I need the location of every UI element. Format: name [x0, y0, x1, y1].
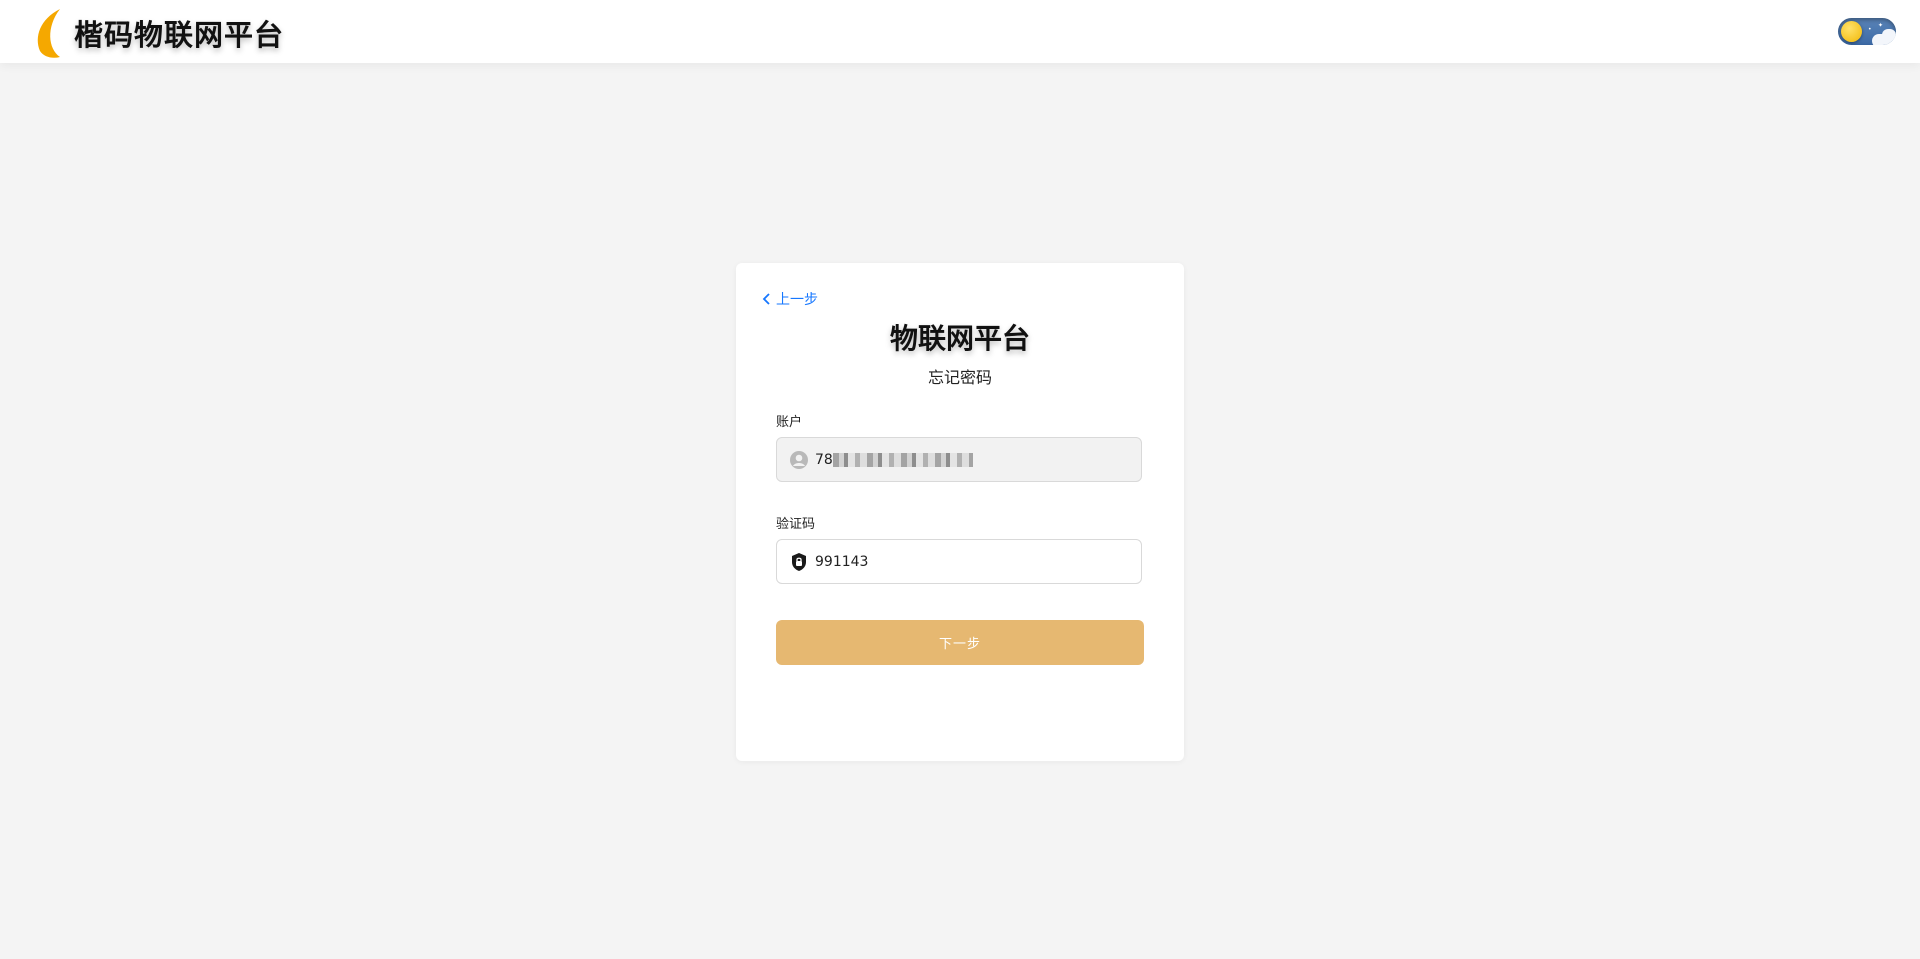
back-link-label: 上一步	[776, 292, 818, 308]
card-title: 物联网平台	[889, 322, 1030, 355]
back-link[interactable]: 上一步	[762, 289, 818, 309]
next-step-button[interactable]: 下一步	[776, 620, 1144, 665]
theme-toggle-switch[interactable]: ✦ •	[1838, 18, 1896, 45]
account-value: 78	[815, 452, 973, 468]
verification-code-value: 991143	[815, 553, 869, 570]
card-subtitle: 忘记密码	[927, 368, 992, 387]
star-icon: ✦	[1878, 22, 1884, 29]
shield-lock-icon	[792, 552, 806, 571]
crescent-moon-logo-icon	[37, 9, 60, 58]
masked-account-digits	[832, 452, 973, 467]
account-field[interactable]: 78	[776, 437, 1142, 482]
forgot-password-card: 上一步 物联网平台 忘记密码 账户 78 验证码 991143 下一步	[736, 263, 1184, 761]
chevron-left-icon	[762, 293, 770, 305]
brand-title: 楷码物联网平台	[74, 18, 285, 52]
user-circle-icon	[790, 450, 808, 469]
verification-code-field[interactable]: 991143	[776, 539, 1142, 584]
cloud-icon-small	[1882, 29, 1896, 41]
account-value-prefix: 78	[815, 451, 833, 468]
account-label: 账户	[776, 415, 803, 430]
sun-icon	[1841, 21, 1862, 42]
star-icon-small: •	[1868, 26, 1872, 33]
top-header: 楷码物联网平台 ✦ •	[0, 0, 1920, 63]
code-label: 验证码	[776, 517, 816, 532]
